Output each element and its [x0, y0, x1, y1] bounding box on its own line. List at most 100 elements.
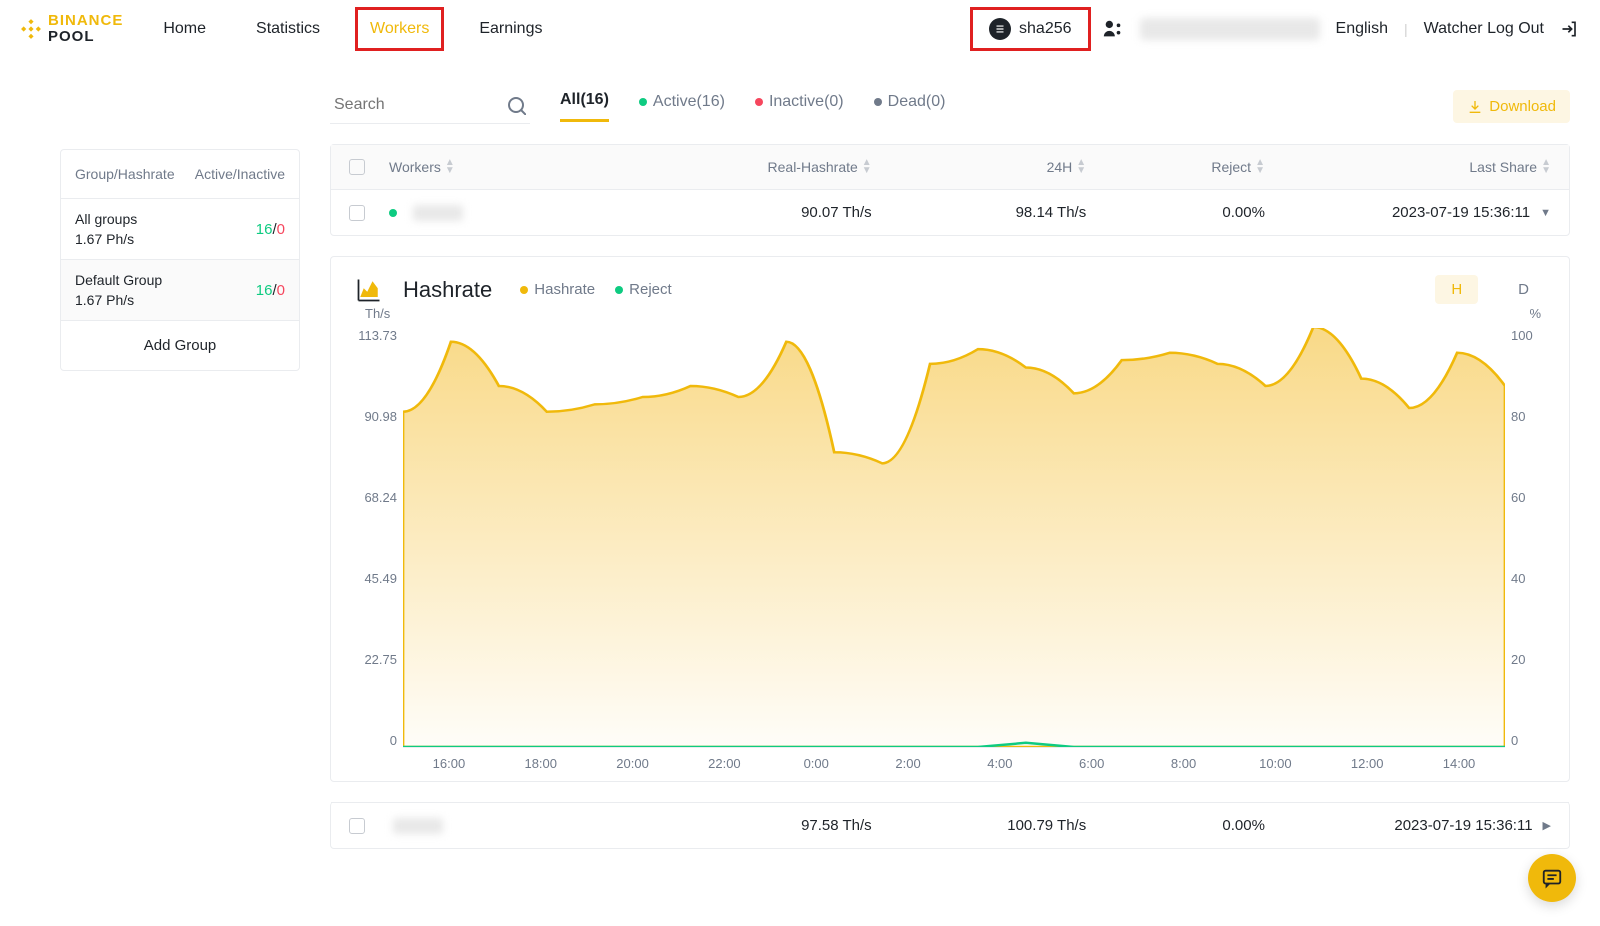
- x-tick: 20:00: [587, 756, 679, 771]
- app-header: BINANCE POOL Home Statistics Workers Ear…: [0, 0, 1600, 59]
- sidebar-header: Group/Hashrate Active/Inactive: [61, 150, 299, 199]
- chat-button[interactable]: [1528, 854, 1576, 902]
- add-group-button[interactable]: Add Group: [61, 321, 299, 370]
- x-tick: 12:00: [1321, 756, 1413, 771]
- col-last-share[interactable]: Last Share▲▼: [1265, 159, 1551, 175]
- legend-hashrate: Hashrate: [520, 281, 595, 298]
- row-checkbox[interactable]: [349, 818, 365, 834]
- cell-reject: 0.00%: [1086, 204, 1265, 221]
- cell-real-hashrate: 97.58 Th/s: [621, 817, 871, 834]
- y-axis-left: 113.73 90.98 68.24 45.49 22.75 0: [355, 328, 403, 748]
- group-inactive-count: 0: [277, 221, 285, 238]
- nav-workers[interactable]: Workers: [360, 12, 439, 46]
- tab-active[interactable]: Active(16): [639, 93, 725, 121]
- x-tick: 0:00: [770, 756, 862, 771]
- cell-real-hashrate: 90.07 Th/s: [621, 204, 871, 221]
- table-row[interactable]: 97.58 Th/s 100.79 Th/s 0.00% 2023-07-19 …: [331, 802, 1569, 848]
- legend-reject: Reject: [615, 281, 672, 298]
- search-input[interactable]: [334, 96, 484, 114]
- sort-icon: ▲▼: [1076, 159, 1086, 175]
- algo-icon: [989, 18, 1011, 40]
- download-icon: [1467, 99, 1483, 115]
- cell-last-share: 2023-07-19 15:36:11▼: [1265, 204, 1551, 221]
- y-axis-right: 100 80 60 40 20 0: [1505, 328, 1545, 748]
- row-checkbox[interactable]: [349, 205, 365, 221]
- sort-icon: ▲▼: [862, 159, 872, 175]
- nav-home[interactable]: Home: [153, 12, 216, 46]
- col-24h[interactable]: 24H▲▼: [872, 159, 1087, 175]
- expand-caret-icon[interactable]: ▶: [1543, 819, 1551, 832]
- group-name: Default Group: [75, 272, 162, 288]
- select-all-checkbox[interactable]: [349, 159, 365, 175]
- sort-icon: ▲▼: [1541, 159, 1551, 175]
- x-tick: 6:00: [1046, 756, 1138, 771]
- tab-inactive[interactable]: Inactive(0): [755, 93, 844, 121]
- x-tick: 18:00: [495, 756, 587, 771]
- col-reject[interactable]: Reject▲▼: [1086, 159, 1265, 175]
- workers-table-continued: 97.58 Th/s 100.79 Th/s 0.00% 2023-07-19 …: [330, 802, 1570, 849]
- logout-icon[interactable]: [1560, 19, 1580, 39]
- separator: |: [1404, 21, 1408, 37]
- sort-icon: ▲▼: [445, 159, 455, 175]
- chart-title: Hashrate: [403, 277, 492, 303]
- hashrate-chart-panel: Hashrate Hashrate Reject H D Th/s % 113.…: [330, 256, 1570, 782]
- account-icon[interactable]: [1102, 18, 1124, 40]
- algo-label: sha256: [1019, 20, 1072, 38]
- table-row[interactable]: 90.07 Th/s 98.14 Th/s 0.00% 2023-07-19 1…: [331, 189, 1569, 235]
- x-tick: 16:00: [403, 756, 495, 771]
- group-name: All groups: [75, 211, 137, 227]
- group-row-default[interactable]: Default Group 1.67 Ph/s 16/0: [61, 260, 299, 321]
- group-active-count: 16: [256, 282, 273, 299]
- status-dot: [389, 209, 397, 217]
- x-tick: 2:00: [862, 756, 954, 771]
- group-inactive-count: 0: [277, 282, 285, 299]
- cell-reject: 0.00%: [1086, 817, 1265, 834]
- nav-earnings[interactable]: Earnings: [469, 12, 552, 46]
- logo[interactable]: BINANCE POOL: [20, 13, 123, 46]
- tab-dead[interactable]: Dead(0): [874, 93, 946, 121]
- group-row-all[interactable]: All groups 1.67 Ph/s 16/0: [61, 199, 299, 260]
- table-header: Workers▲▼ Real-Hashrate▲▼ 24H▲▼ Reject▲▼…: [331, 145, 1569, 189]
- worker-name-redacted: [393, 818, 443, 834]
- status-tabs: All(16) Active(16) Inactive(0) Dead(0): [560, 91, 945, 122]
- x-tick: 10:00: [1229, 756, 1321, 771]
- chat-icon: [1541, 867, 1563, 889]
- group-active-count: 16: [256, 221, 273, 238]
- collapse-caret-icon[interactable]: ▼: [1540, 207, 1551, 219]
- search-icon[interactable]: [506, 95, 526, 115]
- tab-all[interactable]: All(16): [560, 91, 609, 122]
- download-button[interactable]: Download: [1453, 90, 1570, 123]
- group-rate: 1.67 Ph/s: [75, 231, 137, 247]
- account-name-redacted: [1140, 18, 1320, 40]
- logo-text-top: BINANCE: [48, 13, 123, 30]
- timeframe-hour[interactable]: H: [1435, 275, 1478, 304]
- cell-last-share: 2023-07-19 15:36:11▶: [1265, 817, 1551, 834]
- y-left-unit: Th/s: [365, 306, 390, 321]
- group-rate: 1.67 Ph/s: [75, 292, 162, 308]
- worker-name-redacted: [413, 205, 463, 221]
- chart-icon: [355, 276, 383, 304]
- watcher-logout[interactable]: Watcher Log Out: [1424, 20, 1544, 38]
- algorithm-selector[interactable]: sha256: [975, 12, 1086, 46]
- sidebar-head-left: Group/Hashrate: [75, 166, 175, 182]
- main-nav: Home Statistics Workers Earnings: [153, 12, 552, 46]
- binance-logo-icon: [20, 18, 42, 40]
- download-label: Download: [1489, 98, 1556, 115]
- y-right-unit: %: [1529, 306, 1541, 321]
- x-tick: 22:00: [678, 756, 770, 771]
- x-tick: 8:00: [1138, 756, 1230, 771]
- cell-24h: 100.79 Th/s: [872, 817, 1087, 834]
- sort-icon: ▲▼: [1255, 159, 1265, 175]
- timeframe-day[interactable]: D: [1502, 275, 1545, 304]
- col-real-hashrate[interactable]: Real-Hashrate▲▼: [621, 159, 871, 175]
- cell-24h: 98.14 Th/s: [872, 204, 1087, 221]
- x-tick: 4:00: [954, 756, 1046, 771]
- search-field[interactable]: [330, 89, 530, 124]
- workers-toolbar: All(16) Active(16) Inactive(0) Dead(0) D…: [330, 89, 1570, 124]
- x-tick: 14:00: [1413, 756, 1505, 771]
- language-selector[interactable]: English: [1336, 20, 1388, 38]
- chart-plot-area[interactable]: [403, 328, 1505, 748]
- nav-statistics[interactable]: Statistics: [246, 12, 330, 46]
- col-workers[interactable]: Workers▲▼: [389, 159, 621, 175]
- x-axis: 16:0018:0020:0022:000:002:004:006:008:00…: [403, 748, 1505, 771]
